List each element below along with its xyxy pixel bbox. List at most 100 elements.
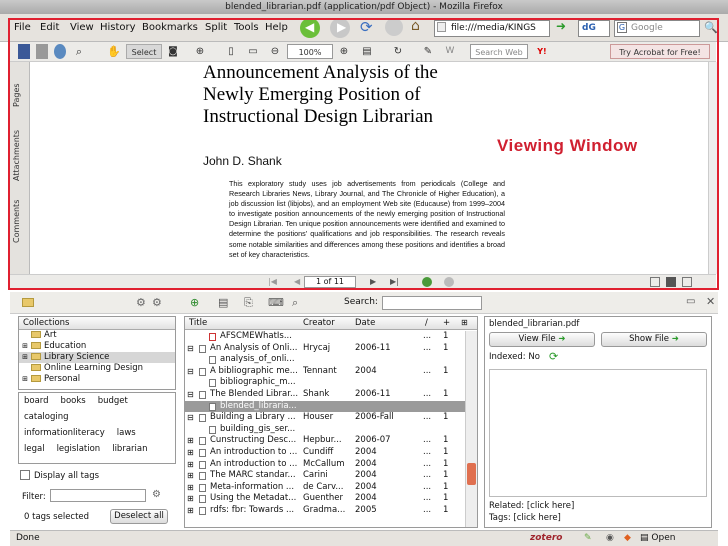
collection-item[interactable]: ⊞ Education <box>19 341 175 352</box>
menu-split[interactable]: Split <box>205 22 227 33</box>
acrobat-promo-button[interactable]: Try Acrobat for Free! <box>610 44 710 59</box>
menu-tools[interactable]: Tools <box>234 22 259 33</box>
tag-item[interactable]: informationliteracy <box>24 428 105 438</box>
expand-icon[interactable]: ⊞ <box>187 459 197 471</box>
item-row[interactable]: analysis_of_onli... <box>185 354 465 366</box>
next-page-icon[interactable]: ▶ <box>370 277 376 286</box>
stop-icon[interactable] <box>385 18 403 36</box>
dg-button[interactable]: dG <box>578 20 610 37</box>
menu-edit[interactable]: Edit <box>40 22 59 33</box>
expand-icon[interactable]: ⊞ <box>187 447 197 459</box>
expand-icon[interactable]: ⊞ <box>187 482 197 494</box>
item-row[interactable]: ⊟ An Analysis of Onli... Hrycaj 2006-11... 1 <box>185 343 465 355</box>
hand-tool-icon[interactable]: ✋ <box>106 44 122 59</box>
new-saved-search-icon[interactable]: ⚙ <box>136 296 146 309</box>
expand-icon[interactable]: ⊞ <box>19 374 31 385</box>
collection-item[interactable]: ⊞ Library Science <box>19 352 175 363</box>
go-icon[interactable]: ➜ <box>556 19 566 33</box>
item-row[interactable]: ⊟ Building a Library ... Houser 2006-Fall..… <box>185 412 465 424</box>
expand-icon[interactable]: ⊞ <box>187 435 197 447</box>
new-note-icon[interactable]: ▤ <box>218 296 228 309</box>
prev-page-icon[interactable]: ◀ <box>294 277 300 286</box>
items-scroll-thumb[interactable] <box>467 463 476 485</box>
collections-header[interactable]: Collections <box>19 317 175 330</box>
show-file-button[interactable]: Show File ➜ <box>601 332 707 347</box>
tag-item[interactable]: librarian <box>112 444 147 454</box>
expand-icon[interactable]: ⊟ <box>187 412 197 424</box>
collection-item[interactable]: Art <box>19 330 175 341</box>
rotate-icon[interactable]: ↻ <box>388 44 408 59</box>
item-row[interactable]: blended_libraria... <box>185 400 465 413</box>
item-row[interactable]: ⊟ A bibliographic me... Tennant 2004... 1 <box>185 366 465 378</box>
search-icon[interactable]: 🔍 <box>704 21 718 34</box>
expand-icon[interactable]: ⊞ <box>187 493 197 505</box>
reload-icon[interactable]: ⟳ <box>360 18 373 36</box>
save-icon[interactable] <box>18 44 30 59</box>
snapshot-icon[interactable]: ◙ <box>166 44 180 59</box>
page-number[interactable]: 1 of 11 <box>304 276 356 288</box>
tag-item[interactable]: cataloging <box>24 412 69 422</box>
view-file-button[interactable]: View File ➜ <box>489 332 595 347</box>
page-forward-icon[interactable] <box>444 277 454 287</box>
link-icon[interactable]: ⌨ <box>268 296 284 309</box>
item-row[interactable]: ⊟ The Blended Librar... Shank 2006-11... 1 <box>185 389 465 401</box>
menu-file[interactable]: File <box>14 22 31 33</box>
tag-actions-icon[interactable]: ⚙ <box>152 489 161 500</box>
expand-icon[interactable]: ⊟ <box>187 389 197 401</box>
related-link[interactable]: Related: [click here] <box>489 501 574 511</box>
sign-icon[interactable]: ✎ <box>420 44 436 59</box>
add-attachment-icon[interactable]: ⎘ <box>244 296 253 310</box>
menu-bookmarks[interactable]: Bookmarks <box>142 22 198 33</box>
zoom-in-icon[interactable]: ⊕ <box>190 44 210 59</box>
item-row[interactable]: ⊞ Meta-information ... de Carv... 2004... 1 <box>185 482 465 494</box>
item-row[interactable]: ⊞ An introduction to ... Cundiff 2004... 1 <box>185 447 465 459</box>
pdf-viewing-window[interactable]: Announcement Analysis of the Newly Emerg… <box>30 62 708 274</box>
new-item-icon[interactable]: ⊕ <box>190 296 199 309</box>
addon-icon[interactable]: ◆ <box>624 531 631 546</box>
tag-item[interactable]: budget <box>98 396 128 406</box>
web-icon[interactable]: W <box>440 44 460 59</box>
collection-item[interactable]: ⊞ Personal <box>19 374 175 385</box>
print-icon[interactable] <box>36 44 48 59</box>
column-plus-icon[interactable]: + <box>443 317 450 329</box>
advanced-search-icon[interactable]: ⌕ <box>292 296 298 310</box>
column-creator[interactable]: Creator <box>303 317 335 329</box>
tag-filter-input[interactable] <box>50 489 146 502</box>
find-icon[interactable]: ⌕ <box>72 44 86 59</box>
column-title[interactable]: Title <box>189 317 207 329</box>
open-notebook-button[interactable]: ▤ Open Notebook <box>640 531 718 546</box>
menu-history[interactable]: History <box>100 22 136 33</box>
tag-item[interactable]: laws <box>117 428 136 438</box>
expand-icon[interactable]: ⊞ <box>187 470 197 482</box>
last-page-icon[interactable]: ▶| <box>390 277 399 286</box>
zoom-plus-icon[interactable]: ⊕ <box>338 44 350 59</box>
zotero-status-button[interactable]: zotero <box>530 531 562 546</box>
display-all-tags-checkbox[interactable] <box>20 470 30 480</box>
scrapbook-icon[interactable]: ◉ <box>606 531 614 546</box>
menu-help[interactable]: Help <box>265 22 288 33</box>
item-row[interactable]: ⊞ rdfs: fbr: Towards ... Gradma... 2005... 1 <box>185 505 465 517</box>
pdf-scrollbar[interactable] <box>708 62 718 274</box>
facing-page-icon[interactable] <box>682 277 692 287</box>
expand-icon[interactable]: ⊞ <box>187 505 197 517</box>
fit-width-icon[interactable]: ▭ <box>246 44 260 59</box>
tags-link[interactable]: Tags: [click here] <box>489 513 561 523</box>
item-row[interactable]: ⊞ Using the Metadat... Guenther 2004... 1 <box>185 493 465 505</box>
notes-area[interactable] <box>489 369 707 497</box>
actions-icon[interactable]: ⚙ <box>152 296 162 309</box>
email-icon[interactable] <box>54 44 66 59</box>
tag-item[interactable]: legislation <box>57 444 101 454</box>
zoom-select[interactable]: 100% <box>287 44 333 59</box>
page-back-icon[interactable] <box>422 277 432 287</box>
url-bar[interactable]: file:///media/KINGS <box>434 20 550 37</box>
expand-icon[interactable]: ⊞ <box>19 341 31 352</box>
select-tool-button[interactable]: Select <box>126 44 162 59</box>
page-layout-icon[interactable]: ▤ <box>358 44 376 59</box>
continuous-page-icon[interactable] <box>666 277 676 287</box>
zoom-out-icon[interactable]: ⊖ <box>268 44 282 59</box>
yahoo-icon[interactable]: Y! <box>532 44 552 59</box>
tag-item[interactable]: books <box>61 396 86 406</box>
tag-item[interactable]: legal <box>24 444 45 454</box>
column-date[interactable]: Date <box>355 317 375 329</box>
close-pane-icon[interactable]: ✕ <box>706 295 715 308</box>
